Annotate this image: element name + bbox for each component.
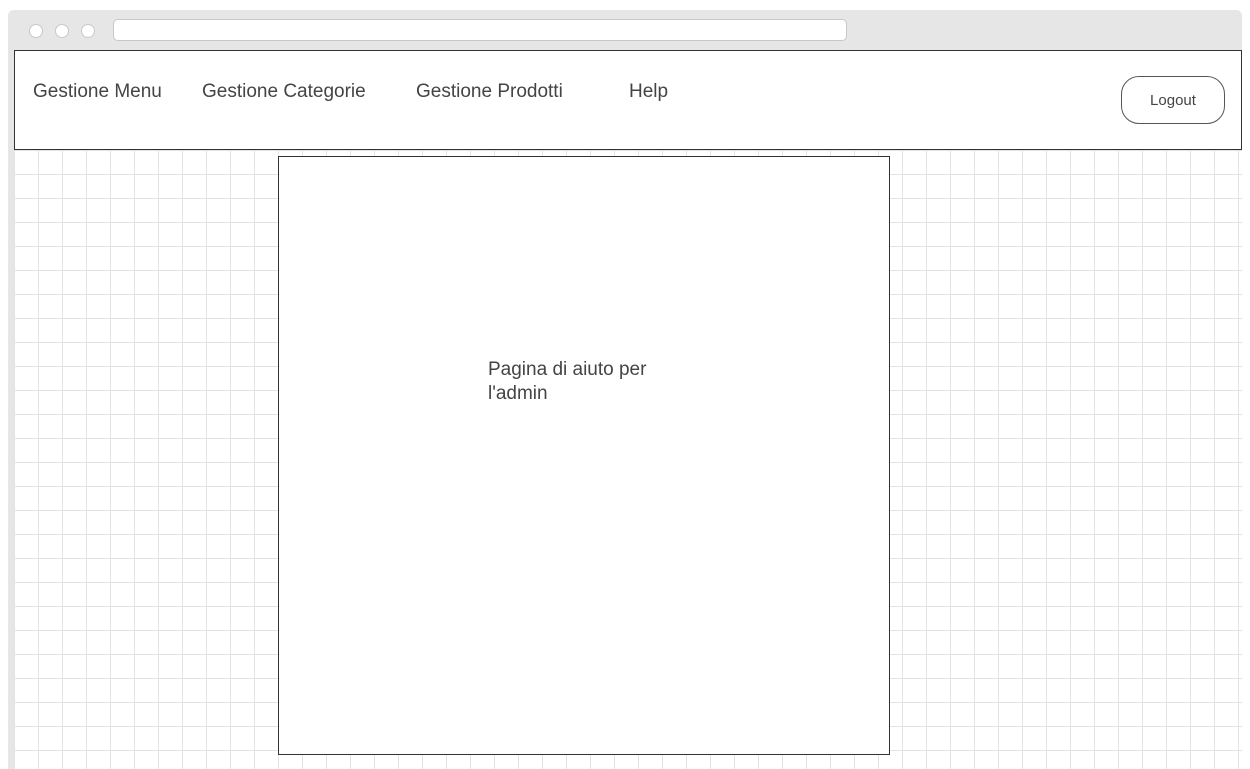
browser-window: Gestione Menu Gestione Categorie Gestion… <box>8 10 1242 769</box>
nav-item-gestione-menu[interactable]: Gestione Menu <box>33 81 162 103</box>
page-viewport: Gestione Menu Gestione Categorie Gestion… <box>14 50 1242 769</box>
help-panel: Pagina di aiuto per l'admin <box>278 156 890 755</box>
nav-item-gestione-prodotti[interactable]: Gestione Prodotti <box>416 81 563 103</box>
close-window-dot-icon[interactable] <box>29 24 43 38</box>
maximize-window-dot-icon[interactable] <box>81 24 95 38</box>
nav-item-help[interactable]: Help <box>629 81 668 103</box>
nav-item-gestione-categorie[interactable]: Gestione Categorie <box>202 81 366 103</box>
address-bar[interactable] <box>113 19 847 41</box>
top-navbar: Gestione Menu Gestione Categorie Gestion… <box>14 50 1242 150</box>
browser-titlebar <box>8 10 1242 50</box>
help-text: Pagina di aiuto per l'admin <box>488 359 647 404</box>
minimize-window-dot-icon[interactable] <box>55 24 69 38</box>
logout-button[interactable]: Logout <box>1121 76 1225 124</box>
